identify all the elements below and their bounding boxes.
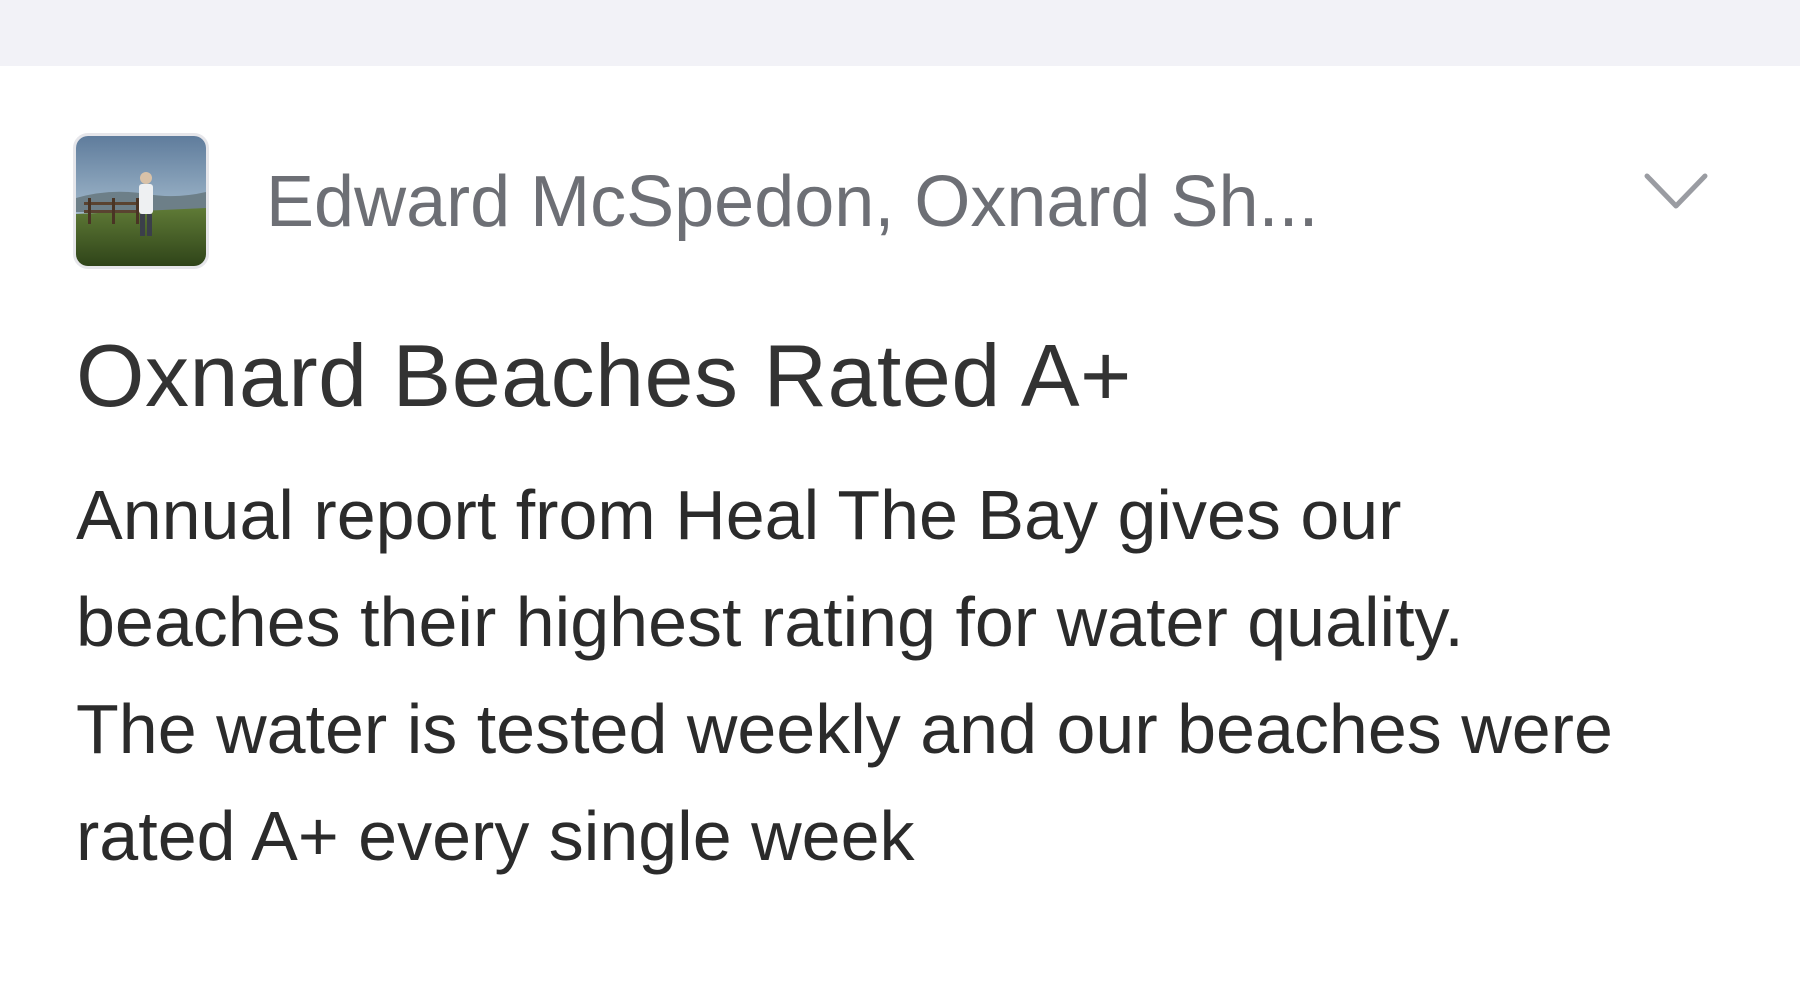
chevron-down-icon[interactable] xyxy=(1641,166,1711,216)
post-body: Annual report from Heal The Bay gives ou… xyxy=(76,462,1724,890)
post-paragraph: The water is tested weekly and our beach… xyxy=(76,690,1613,875)
post-card[interactable]: Edward McSpedon, Oxnard Sh... Oxnard Bea… xyxy=(0,66,1800,1000)
avatar[interactable] xyxy=(76,136,206,266)
post-title: Oxnard Beaches Rated A+ xyxy=(76,326,1132,425)
post-paragraph: Annual report from Heal The Bay gives ou… xyxy=(76,476,1464,661)
author-name[interactable]: Edward McSpedon, Oxnard Sh... xyxy=(266,162,1466,242)
author-row[interactable]: Edward McSpedon, Oxnard Sh... xyxy=(76,136,1724,266)
top-bar xyxy=(0,0,1800,66)
user-photo-icon xyxy=(76,136,206,266)
